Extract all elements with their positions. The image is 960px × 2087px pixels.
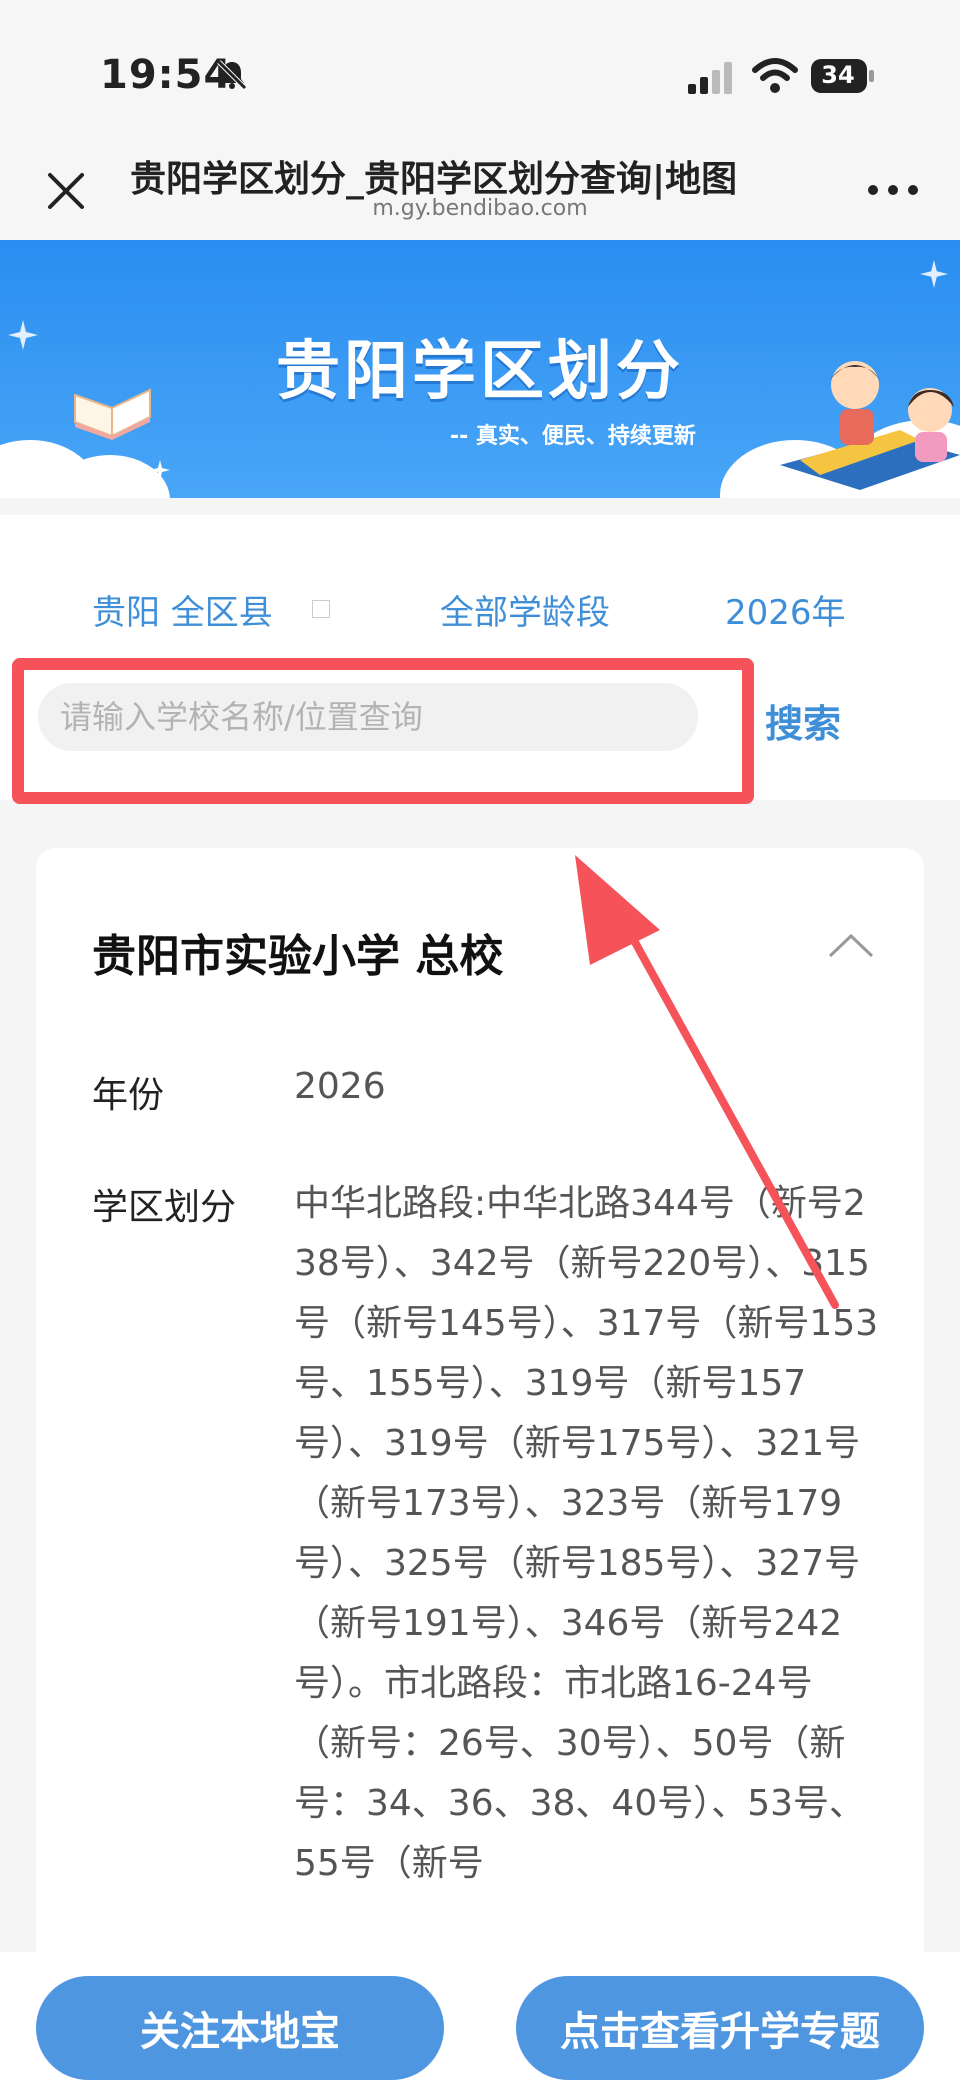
star-icon [920,260,948,288]
topic-button[interactable]: 点击查看升学专题 [516,1976,924,2080]
year-filter[interactable]: 2026年 [725,585,846,634]
follow-button[interactable]: 关注本地宝 [36,1976,444,2080]
school-name: 贵阳市实验小学 总校 [92,931,504,982]
close-icon[interactable] [40,165,92,217]
page-title: 贵阳学区划分_贵阳学区划分查询|地图 [130,159,738,200]
search-button[interactable]: 搜索 [765,693,841,748]
stage-filter[interactable]: 全部学龄段 [440,585,610,634]
region-filter[interactable]: 贵阳 全区县 [92,585,273,634]
banner-subtitle: -- 真实、便民、持续更新 [450,424,696,449]
bottom-bar: 关注本地宝 点击查看升学专题 [0,1952,960,2087]
star-icon [150,460,170,480]
more-icon[interactable] [865,178,921,202]
status-time: 19:54 [100,52,233,98]
year-label: 年份 [92,1075,165,1116]
region-dropdown-icon[interactable] [312,600,330,618]
annotation-arrow [575,855,839,1309]
page: 19:54 34 贵阳学区划分_贵阳学区划分查询|地图 m.gy.bendiba… [0,0,960,2087]
highlight-box [12,658,754,804]
bell-muted-icon [217,60,247,90]
battery-level: 34 [821,61,855,89]
browser-navbar: 贵阳学区划分_贵阳学区划分查询|地图 m.gy.bendibao.com [0,140,960,240]
banner: 贵阳学区划分 -- 真实、便民、持续更新 [0,240,960,498]
page-url: m.gy.bendibao.com [372,196,588,221]
signal-icon [688,62,732,94]
year-value: 2026 [294,1066,386,1107]
banner-title: 贵阳学区划分 [276,335,684,409]
district-label: 学区划分 [92,1187,237,1228]
wifi-icon [752,58,798,93]
status-bar: 19:54 34 [0,0,960,140]
